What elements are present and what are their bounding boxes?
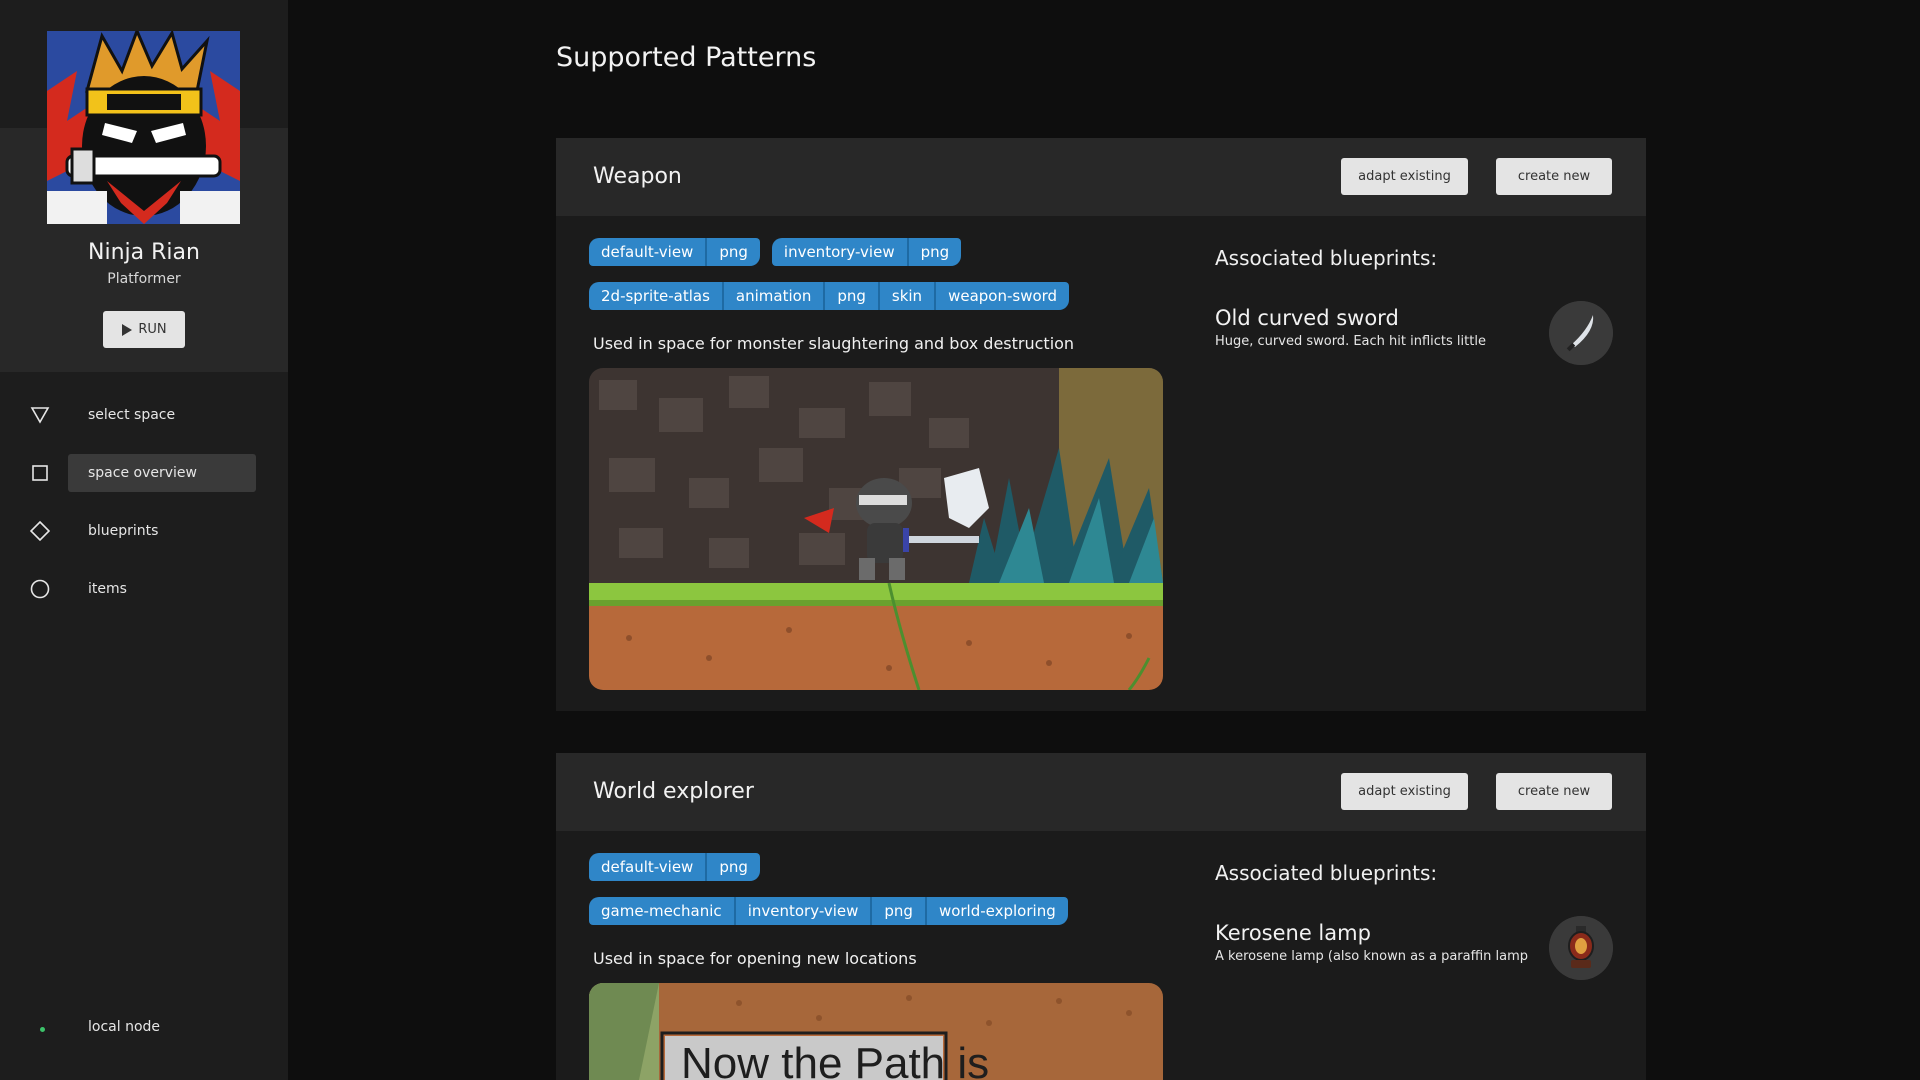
circle-icon — [30, 579, 50, 599]
tag[interactable]: png — [823, 282, 878, 310]
card-description: Used in space for opening new locations — [593, 949, 917, 968]
adapt-existing-button[interactable]: adapt existing — [1341, 158, 1468, 195]
tag[interactable]: png — [705, 853, 760, 881]
blueprint-description: Huge, curved sword. Each hit inflicts li… — [1215, 334, 1486, 349]
space-genre: Platformer — [107, 271, 181, 287]
status-dot — [40, 1027, 45, 1032]
tag-row: game-mechanic inventory-view png world-e… — [589, 897, 1068, 925]
tag-group: inventory-view png — [771, 238, 962, 266]
tag[interactable]: skin — [877, 282, 934, 310]
tag[interactable]: world-exploring — [924, 897, 1068, 925]
tag[interactable]: weapon-sword — [934, 282, 1069, 310]
nav-items[interactable]: items — [0, 570, 288, 608]
tag-group: 2d-sprite-atlas animation png skin weapo… — [589, 282, 1070, 310]
create-new-button[interactable]: create new — [1496, 773, 1612, 810]
nav-blueprints[interactable]: blueprints — [0, 512, 288, 550]
run-label: RUN — [138, 322, 167, 337]
tag[interactable]: animation — [721, 282, 823, 310]
pattern-preview-image — [589, 368, 1163, 690]
tag-row: default-view png inventory-view png — [589, 238, 962, 266]
nav-label: blueprints — [88, 523, 159, 539]
card-title: Weapon — [593, 164, 682, 189]
pattern-card-weapon: Weapon adapt existing create new default… — [556, 138, 1646, 711]
triangle-down-icon — [30, 407, 50, 424]
nav-label: space overview — [88, 465, 197, 481]
square-icon — [32, 465, 48, 481]
tag-row: default-view png — [589, 853, 760, 881]
card-header — [556, 138, 1646, 216]
diamond-icon — [30, 521, 50, 541]
associated-blueprints-title: Associated blueprints: — [1215, 246, 1438, 270]
card-description: Used in space for monster slaughtering a… — [593, 334, 1075, 353]
associated-blueprints-title: Associated blueprints: — [1215, 861, 1438, 885]
tag[interactable]: default-view — [589, 238, 705, 266]
nav-label: select space — [88, 407, 176, 423]
adapt-existing-button[interactable]: adapt existing — [1341, 773, 1468, 810]
play-icon — [122, 323, 133, 336]
preview-caption: Now the Path is — [681, 1039, 990, 1080]
blueprint-description: A kerosene lamp (also known as a paraffi… — [1215, 949, 1529, 964]
tag[interactable]: inventory-view — [733, 897, 871, 925]
blueprint-thumbnail[interactable] — [1549, 301, 1613, 365]
tag[interactable]: default-view — [589, 853, 705, 881]
blueprint-name[interactable]: Kerosene lamp — [1215, 921, 1371, 945]
game-scene-image — [589, 368, 1163, 690]
tag-group: default-view png — [589, 853, 760, 881]
space-avatar — [47, 31, 240, 224]
sidebar: Ninja Rian Platformer RUN select space s… — [0, 0, 288, 1080]
blueprint-thumbnail[interactable] — [1549, 916, 1613, 980]
ninja-logo-icon — [47, 31, 240, 224]
sword-icon — [1549, 301, 1613, 365]
space-name: Ninja Rian — [88, 240, 200, 265]
tag[interactable]: png — [906, 238, 962, 266]
nav-space-overview[interactable]: space overview — [0, 454, 288, 492]
page-title: Supported Patterns — [556, 42, 817, 73]
tag-row: 2d-sprite-atlas animation png skin weapo… — [589, 282, 1070, 310]
lamp-icon — [1549, 916, 1613, 980]
nav-label: items — [88, 581, 127, 597]
card-title: World explorer — [593, 779, 754, 804]
node-status-label: local node — [88, 1019, 161, 1035]
tag-group: game-mechanic inventory-view png world-e… — [589, 897, 1068, 925]
create-new-button[interactable]: create new — [1496, 158, 1612, 195]
pattern-preview-image: Now the Path is — [589, 983, 1163, 1080]
tag[interactable]: game-mechanic — [589, 897, 734, 925]
tag[interactable]: inventory-view — [772, 238, 907, 266]
blueprint-name[interactable]: Old curved sword — [1215, 306, 1399, 330]
tag-group: default-view png — [589, 238, 760, 266]
nav-select-space[interactable]: select space — [0, 396, 288, 434]
tag[interactable]: png — [870, 897, 925, 925]
tag[interactable]: 2d-sprite-atlas — [589, 282, 722, 310]
run-button[interactable]: RUN — [103, 311, 185, 348]
pattern-card-world-explorer: World explorer adapt existing create new… — [556, 753, 1646, 1080]
tag[interactable]: png — [705, 238, 760, 266]
